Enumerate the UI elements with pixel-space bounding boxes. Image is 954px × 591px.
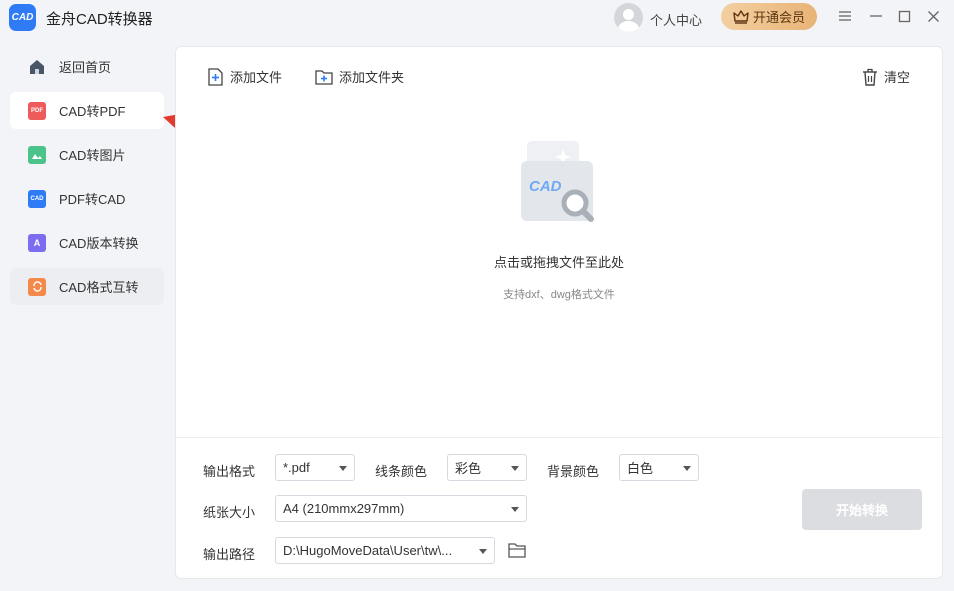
menu-icon[interactable] <box>836 7 854 25</box>
add-file-label: 添加文件 <box>230 70 283 85</box>
avatar[interactable] <box>614 3 643 32</box>
settings-area: 输出格式 *.pdf 线条颜色 彩色 背景颜色 白色 纸张大小 A4 (210m… <box>176 437 942 579</box>
bg-color-label: 背景颜色 <box>547 464 600 479</box>
drop-title: 点击或拖拽文件至此处 <box>493 255 624 270</box>
sidebar-item-label: CAD转PDF <box>59 104 126 119</box>
start-convert-button[interactable]: 开始转换 <box>802 489 922 530</box>
trash-icon <box>863 68 877 86</box>
add-folder-label: 添加文件夹 <box>339 70 405 85</box>
output-format-label: 输出格式 <box>203 464 256 479</box>
output-path-select[interactable]: D:\HugoMoveData\User\tw\... <box>275 537 495 564</box>
add-file-button[interactable]: 添加文件 <box>207 67 282 86</box>
folder-icon[interactable] <box>508 542 526 558</box>
clear-label: 清空 <box>884 70 911 85</box>
vip-button[interactable]: 开通会员 <box>721 3 817 30</box>
chevron-down-icon <box>511 507 519 512</box>
cad-file-icon: CAD <box>28 189 46 208</box>
sidebar-item-pdf-to-cad[interactable]: CAD PDF转CAD <box>10 180 164 217</box>
maximize-icon[interactable] <box>895 7 913 25</box>
image-file-icon <box>28 145 46 164</box>
line-color-select[interactable]: 彩色 <box>447 454 527 481</box>
paper-size-select[interactable]: A4 (210mmx297mm) <box>275 495 527 522</box>
home-icon <box>28 58 46 76</box>
sidebar-item-cad-format[interactable]: CAD格式互转 <box>10 268 164 305</box>
version-badge-text: A <box>33 237 41 248</box>
version-file-icon: A <box>28 233 46 252</box>
sidebar-item-cad-to-pdf[interactable]: PDF CAD转PDF <box>10 92 164 129</box>
output-format-select[interactable]: *.pdf <box>275 454 355 481</box>
sidebar-item-cad-version[interactable]: A CAD版本转换 <box>10 224 164 261</box>
sidebar-item-label: PDF转CAD <box>59 192 126 207</box>
bg-color-value: 白色 <box>627 461 654 476</box>
main-panel: 添加文件 添加文件夹 清空 CAD 点击或拖拽文件至此处 支持dxf、dwg格式… <box>175 46 943 579</box>
sidebar-item-label: CAD转图片 <box>59 148 126 163</box>
add-folder-button[interactable]: 添加文件夹 <box>315 67 404 86</box>
pdf-badge-text: PDF <box>31 107 43 114</box>
output-format-value: *.pdf <box>283 460 310 475</box>
chevron-down-icon <box>339 466 347 471</box>
clear-button[interactable]: 清空 <box>862 67 910 86</box>
sidebar-item-label: CAD格式互转 <box>59 280 139 295</box>
chevron-down-icon <box>479 549 487 554</box>
vip-button-label: 开通会员 <box>752 10 805 25</box>
sidebar-item-cad-to-image[interactable]: CAD转图片 <box>10 136 164 173</box>
paper-size-label: 纸张大小 <box>203 505 256 520</box>
cad-badge-text: CAD <box>30 195 44 202</box>
sidebar: 返回首页 PDF CAD转PDF CAD转图片 CAD PDF转CAD A CA… <box>10 48 164 312</box>
minimize-icon[interactable] <box>867 7 885 25</box>
sidebar-item-label: CAD版本转换 <box>59 236 139 251</box>
add-file-icon <box>208 67 223 86</box>
output-path-label: 输出路径 <box>203 547 256 562</box>
crown-icon <box>733 9 749 24</box>
paper-size-value: A4 (210mmx297mm) <box>283 501 405 516</box>
line-color-value: 彩色 <box>455 461 482 476</box>
add-folder-icon <box>315 69 333 85</box>
output-path-value: D:\HugoMoveData\User\tw\... <box>283 543 453 558</box>
app-title: 金舟CAD转换器 <box>46 11 153 28</box>
pdf-file-icon: PDF <box>28 101 46 120</box>
title-bar: CAD 金舟CAD转换器 个人中心 开通会员 <box>0 0 954 34</box>
sidebar-item-home[interactable]: 返回首页 <box>10 48 164 85</box>
line-color-label: 线条颜色 <box>375 464 428 479</box>
user-center-link[interactable]: 个人中心 <box>650 10 702 29</box>
format-file-icon <box>28 277 46 296</box>
illus-cad-text: CAD <box>529 178 562 195</box>
logo-text: CAD <box>11 12 34 23</box>
chevron-down-icon <box>683 466 691 471</box>
sidebar-item-label: 返回首页 <box>59 60 112 75</box>
cad-search-file-icon: CAD <box>521 141 594 222</box>
app-logo: CAD <box>9 4 36 31</box>
bg-color-select[interactable]: 白色 <box>619 454 699 481</box>
close-icon[interactable] <box>924 7 942 25</box>
chevron-down-icon <box>511 466 519 471</box>
drop-subtitle: 支持dxf、dwg格式文件 <box>503 289 615 301</box>
